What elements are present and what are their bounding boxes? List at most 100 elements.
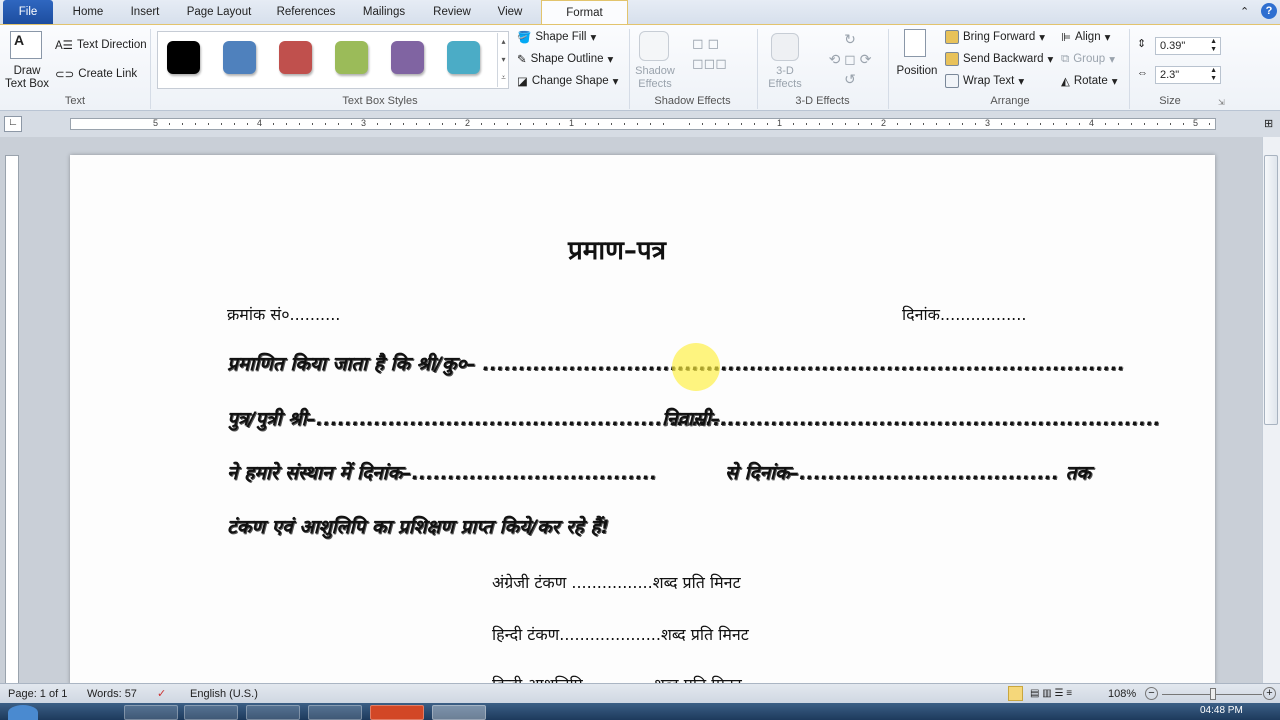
ruler-tick bbox=[585, 123, 586, 125]
hindi-typing-speed: हिन्दी टंकण....................शब्द प्रत… bbox=[492, 625, 749, 644]
vlc-taskbar-button[interactable] bbox=[246, 705, 300, 720]
zoom-out-icon[interactable]: − bbox=[1145, 687, 1158, 700]
gallery-scroll[interactable]: ▴ ▾ ⩡ bbox=[497, 33, 509, 87]
ruler-tick bbox=[1066, 123, 1067, 125]
tab-file[interactable]: File bbox=[3, 0, 53, 24]
align-button[interactable]: ⊫ Align ▾ bbox=[1061, 30, 1110, 44]
ruler-number: 3 bbox=[361, 118, 367, 128]
size-dialog-launcher-icon[interactable]: ⇲ bbox=[1218, 98, 1225, 107]
position-button[interactable]: Position bbox=[894, 65, 940, 77]
tab-mailings[interactable]: Mailings bbox=[354, 0, 414, 24]
ruler-tick bbox=[338, 123, 339, 125]
wrap-text-button[interactable]: Wrap Text ▾ bbox=[945, 74, 1024, 88]
position-icon bbox=[904, 29, 926, 57]
chrome-taskbar-button[interactable] bbox=[308, 705, 362, 720]
ruler-number: 1 bbox=[777, 118, 783, 128]
pencil-icon: ✎ bbox=[517, 54, 527, 66]
ruler-tick bbox=[728, 123, 729, 125]
shape-fill-label: Shape Fill bbox=[535, 31, 587, 43]
shape-outline-button[interactable]: ✎ Shape Outline ▾ bbox=[517, 52, 613, 66]
zoom-slider-thumb[interactable] bbox=[1210, 688, 1216, 700]
wrap-text-label: Wrap Text bbox=[963, 75, 1015, 87]
word-count[interactable]: Words: 57 bbox=[87, 684, 137, 704]
style-swatch-green[interactable] bbox=[335, 41, 368, 74]
shape-height-value: 0.39" bbox=[1160, 40, 1186, 52]
ruler-number: 3 bbox=[985, 118, 991, 128]
document-page[interactable]: प्रमाण–पत्र क्रमांक सं०.......... दिनांक… bbox=[70, 155, 1215, 694]
ruler-tick bbox=[416, 123, 417, 125]
shape-width-input[interactable]: 2.3" ▲ ▼ bbox=[1155, 66, 1221, 84]
document-title: प्रमाण–पत्र bbox=[568, 236, 666, 266]
zoom-in-icon[interactable]: + bbox=[1263, 687, 1276, 700]
tab-review[interactable]: Review bbox=[426, 0, 478, 24]
ruler-tick bbox=[390, 123, 391, 125]
ruler-tick bbox=[1014, 123, 1015, 125]
tab-home[interactable]: Home bbox=[64, 0, 112, 24]
shape-outline-label: Shape Outline bbox=[530, 53, 604, 65]
ruler-tick bbox=[910, 123, 911, 125]
shape-height-icon: ⇕ bbox=[1137, 38, 1147, 50]
body-line-2b: निवासी–.................................… bbox=[662, 408, 1161, 430]
send-backward-button[interactable]: Send Backward ▾ bbox=[945, 52, 1053, 66]
shape-height-input[interactable]: 0.39" ▲ ▼ bbox=[1155, 37, 1221, 55]
zoom-level[interactable]: 108% bbox=[1108, 684, 1136, 704]
internet-explorer-icon[interactable] bbox=[62, 705, 116, 720]
view-ruler-icon[interactable]: ⊞ bbox=[1264, 117, 1273, 130]
style-swatch-aqua[interactable] bbox=[447, 41, 480, 74]
body-line-3b: से दिनांक–..............................… bbox=[725, 462, 1091, 484]
send-backward-icon bbox=[945, 52, 959, 66]
tab-references[interactable]: References bbox=[270, 0, 342, 24]
ruler-tick bbox=[1053, 123, 1054, 125]
draw-text-box-button[interactable]: Draw Text Box bbox=[4, 65, 50, 91]
ruler-tick bbox=[845, 123, 846, 125]
help-icon[interactable]: ? bbox=[1261, 3, 1277, 19]
shape-fill-button[interactable]: 🪣 Shape Fill ▾ bbox=[517, 30, 596, 44]
start-button[interactable] bbox=[8, 705, 38, 720]
create-link-button[interactable]: ⊂⊃ Create Link bbox=[55, 67, 137, 81]
ruler-tick bbox=[793, 123, 794, 125]
proofing-icon[interactable]: ✓ bbox=[157, 684, 166, 704]
ribbon-tabs: File Home Insert Page Layout References … bbox=[0, 0, 1280, 25]
minimize-ribbon-icon[interactable]: ⌃ bbox=[1240, 5, 1249, 18]
page-count[interactable]: Page: 1 of 1 bbox=[8, 684, 67, 704]
tab-view[interactable]: View bbox=[490, 0, 530, 24]
file-explorer-taskbar-button[interactable] bbox=[124, 705, 178, 720]
media-taskbar-button[interactable] bbox=[184, 705, 238, 720]
ruler-tick bbox=[806, 123, 807, 125]
ribbon: A Draw Text Box A☰ Text Direction ⊂⊃ Creat… bbox=[0, 24, 1280, 111]
text-direction-icon: A☰ bbox=[55, 40, 73, 52]
3d-effects-button[interactable]: 3-D Effects bbox=[762, 65, 808, 91]
change-shape-button[interactable]: ◪ Change Shape ▾ bbox=[517, 74, 618, 88]
ruler-tick bbox=[1209, 123, 1210, 125]
date-field: दिनांक................. bbox=[902, 305, 1027, 324]
style-swatch-blue[interactable] bbox=[223, 41, 256, 74]
style-swatch-black[interactable] bbox=[167, 41, 200, 74]
group-icon: ⧉ bbox=[1061, 52, 1070, 65]
tab-page-layout[interactable]: Page Layout bbox=[180, 0, 258, 24]
text-direction-button[interactable]: A☰ Text Direction bbox=[55, 38, 147, 52]
ruler-number: 2 bbox=[881, 118, 887, 128]
vertical-ruler[interactable] bbox=[5, 155, 19, 685]
tab-selector[interactable]: ∟ bbox=[4, 116, 22, 132]
shadow-effects-button[interactable]: Shadow Effects bbox=[630, 65, 680, 91]
horizontal-ruler[interactable]: 5 4 3 2 1 1 2 3 4 5 bbox=[70, 118, 1216, 130]
language[interactable]: English (U.S.) bbox=[190, 684, 258, 704]
group-button[interactable]: ⧉ Group ▾ bbox=[1061, 52, 1115, 67]
scrollbar-thumb[interactable] bbox=[1264, 155, 1278, 425]
print-layout-view-icon[interactable] bbox=[1008, 686, 1023, 701]
other-views-icons[interactable]: ▤ ▥ ☰ ≡ bbox=[1030, 684, 1072, 704]
mouse-cursor-highlight bbox=[672, 343, 720, 391]
style-swatch-purple[interactable] bbox=[391, 41, 424, 74]
word-taskbar-button[interactable] bbox=[432, 705, 486, 720]
ruler-tick bbox=[1170, 123, 1171, 125]
style-swatch-red[interactable] bbox=[279, 41, 312, 74]
tab-format[interactable]: Format bbox=[541, 0, 628, 25]
ruler-tick bbox=[1040, 123, 1041, 125]
height-spinner[interactable]: ▲ ▼ bbox=[1210, 38, 1217, 54]
bring-forward-button[interactable]: Bring Forward ▾ bbox=[945, 30, 1045, 44]
rotate-button[interactable]: ◭ Rotate ▾ bbox=[1061, 74, 1118, 88]
ruler-tick bbox=[637, 123, 638, 125]
tab-insert[interactable]: Insert bbox=[122, 0, 168, 24]
powerpoint-taskbar-button[interactable] bbox=[370, 705, 424, 720]
width-spinner[interactable]: ▲ ▼ bbox=[1210, 67, 1217, 83]
